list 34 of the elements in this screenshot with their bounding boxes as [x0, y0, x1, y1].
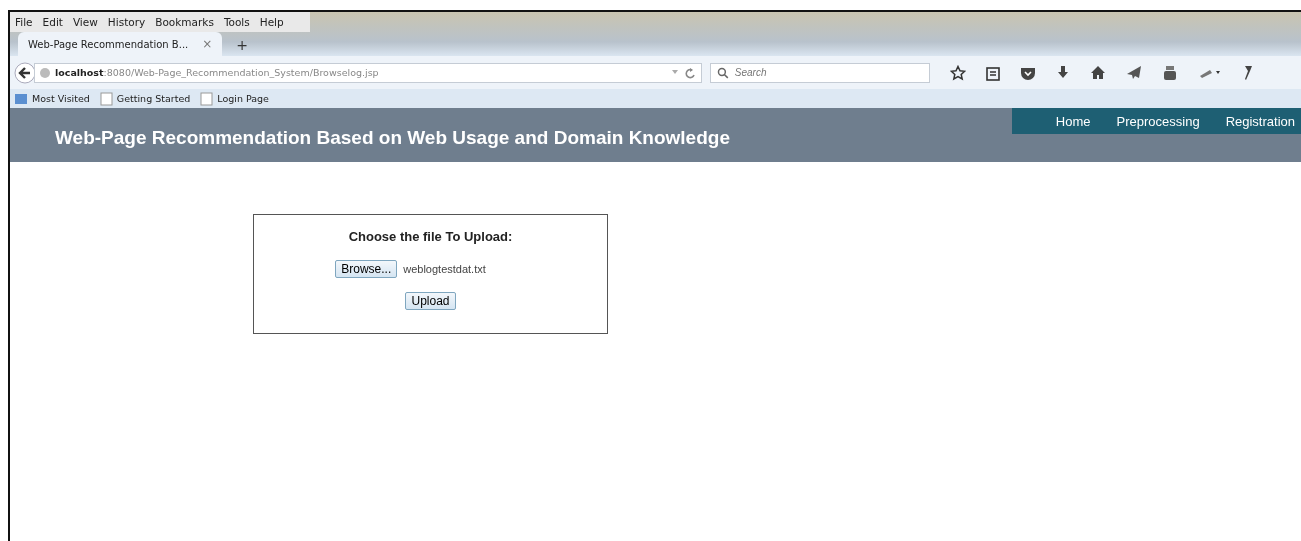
- menu-item[interactable]: Bookmarks: [150, 16, 219, 28]
- upload-button[interactable]: Upload: [405, 292, 456, 310]
- new-tab-button[interactable]: +: [226, 37, 259, 56]
- menu-item[interactable]: Help: [254, 16, 289, 28]
- paper-plane-icon[interactable]: [1126, 65, 1142, 80]
- nav-link[interactable]: Home: [1055, 113, 1091, 129]
- search-field[interactable]: Search: [732, 66, 923, 79]
- home-icon[interactable]: [1090, 65, 1106, 80]
- search-bar[interactable]: Search: [710, 62, 930, 83]
- browse-button[interactable]: Browse...: [335, 260, 398, 278]
- reload-icon[interactable]: [671, 66, 697, 79]
- pocket-icon[interactable]: [1020, 65, 1036, 80]
- nav-link[interactable]: Preprocessing: [1116, 113, 1200, 129]
- page-icon: [200, 91, 214, 106]
- close-tab-button[interactable]: ×: [202, 37, 213, 51]
- search-icon: [717, 66, 729, 79]
- star-icon[interactable]: [950, 64, 966, 81]
- bookmark-item[interactable]: Getting Started: [99, 91, 191, 106]
- folder-icon: [14, 92, 28, 105]
- menu-item[interactable]: View: [67, 16, 103, 28]
- nav-link[interactable]: Registration: [1225, 113, 1295, 129]
- clipboard-icon[interactable]: [986, 64, 1000, 81]
- bookmark-item[interactable]: Most Visited: [14, 92, 90, 105]
- browser-tab[interactable]: Web-Page Recommendation B... ×: [18, 32, 223, 56]
- menu-item[interactable]: History: [102, 16, 151, 28]
- file-name: weblogtestdat.txt: [403, 263, 486, 275]
- menu-item[interactable]: File: [10, 16, 38, 28]
- menu-item[interactable]: Tools: [218, 16, 255, 28]
- menu-item[interactable]: Edit: [37, 16, 68, 28]
- form-heading: Choose the file To Upload:: [348, 229, 513, 244]
- address-bar[interactable]: localhost:8080/Web-Page_Recommendation_System/Browselog.jsp: [34, 62, 702, 83]
- page-icon: [99, 91, 113, 106]
- site-title: Web-Page Recommendation Based on Web Usage and Domain Knowledge: [54, 127, 730, 150]
- bookmark-item[interactable]: Login Page: [200, 91, 269, 106]
